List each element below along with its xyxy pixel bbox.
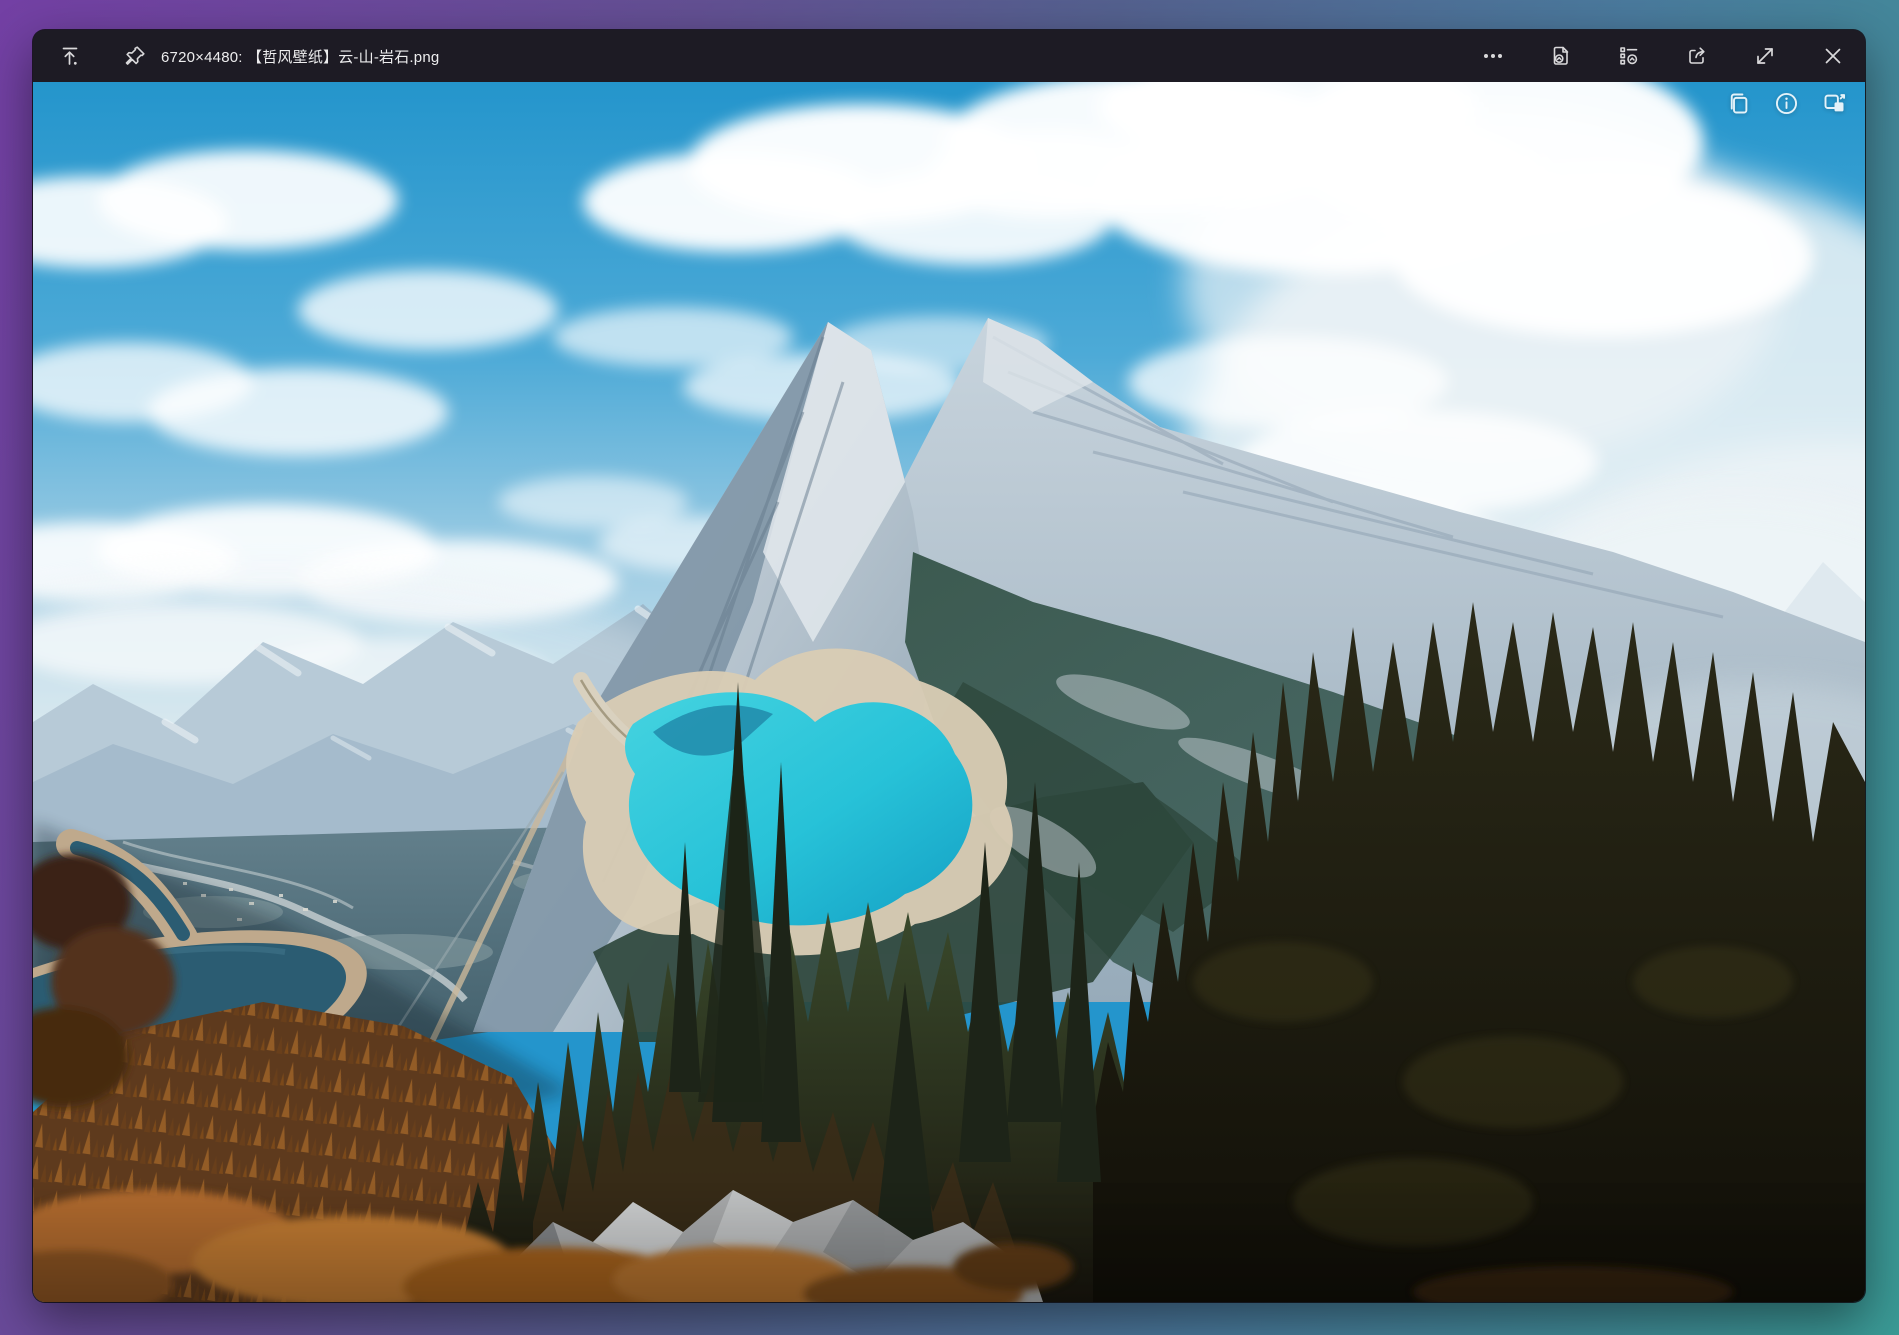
- resize-icon[interactable]: [1753, 44, 1777, 68]
- copy-icon[interactable]: [1725, 90, 1752, 117]
- pinned-image-window: 6720×4480: 【哲风壁纸】云-山-岩石.png: [33, 30, 1865, 1302]
- titlebar-right-group: [1481, 44, 1845, 68]
- pin-copy-icon[interactable]: [1821, 90, 1848, 117]
- ocr-file-icon[interactable]: [1549, 44, 1573, 68]
- scroll-top-icon[interactable]: [58, 44, 82, 68]
- window-title: 6720×4480: 【哲风壁纸】云-山-岩石.png: [161, 46, 1481, 67]
- share-icon[interactable]: [1685, 44, 1709, 68]
- titlebar[interactable]: 6720×4480: 【哲风壁纸】云-山-岩石.png: [33, 30, 1865, 82]
- pin-icon[interactable]: [123, 44, 147, 68]
- mountain-photo: [33, 82, 1865, 1302]
- more-icon[interactable]: [1481, 44, 1505, 68]
- info-icon[interactable]: [1773, 90, 1800, 117]
- close-icon[interactable]: [1821, 44, 1845, 68]
- image-overlay-toolbar: [1725, 90, 1848, 117]
- photo-canvas: [33, 82, 1865, 1302]
- desktop: { "titlebar": { "title": "6720×4480: 【哲风…: [0, 0, 1899, 1335]
- ocr-list-icon[interactable]: [1617, 44, 1641, 68]
- titlebar-left-group: [58, 44, 147, 68]
